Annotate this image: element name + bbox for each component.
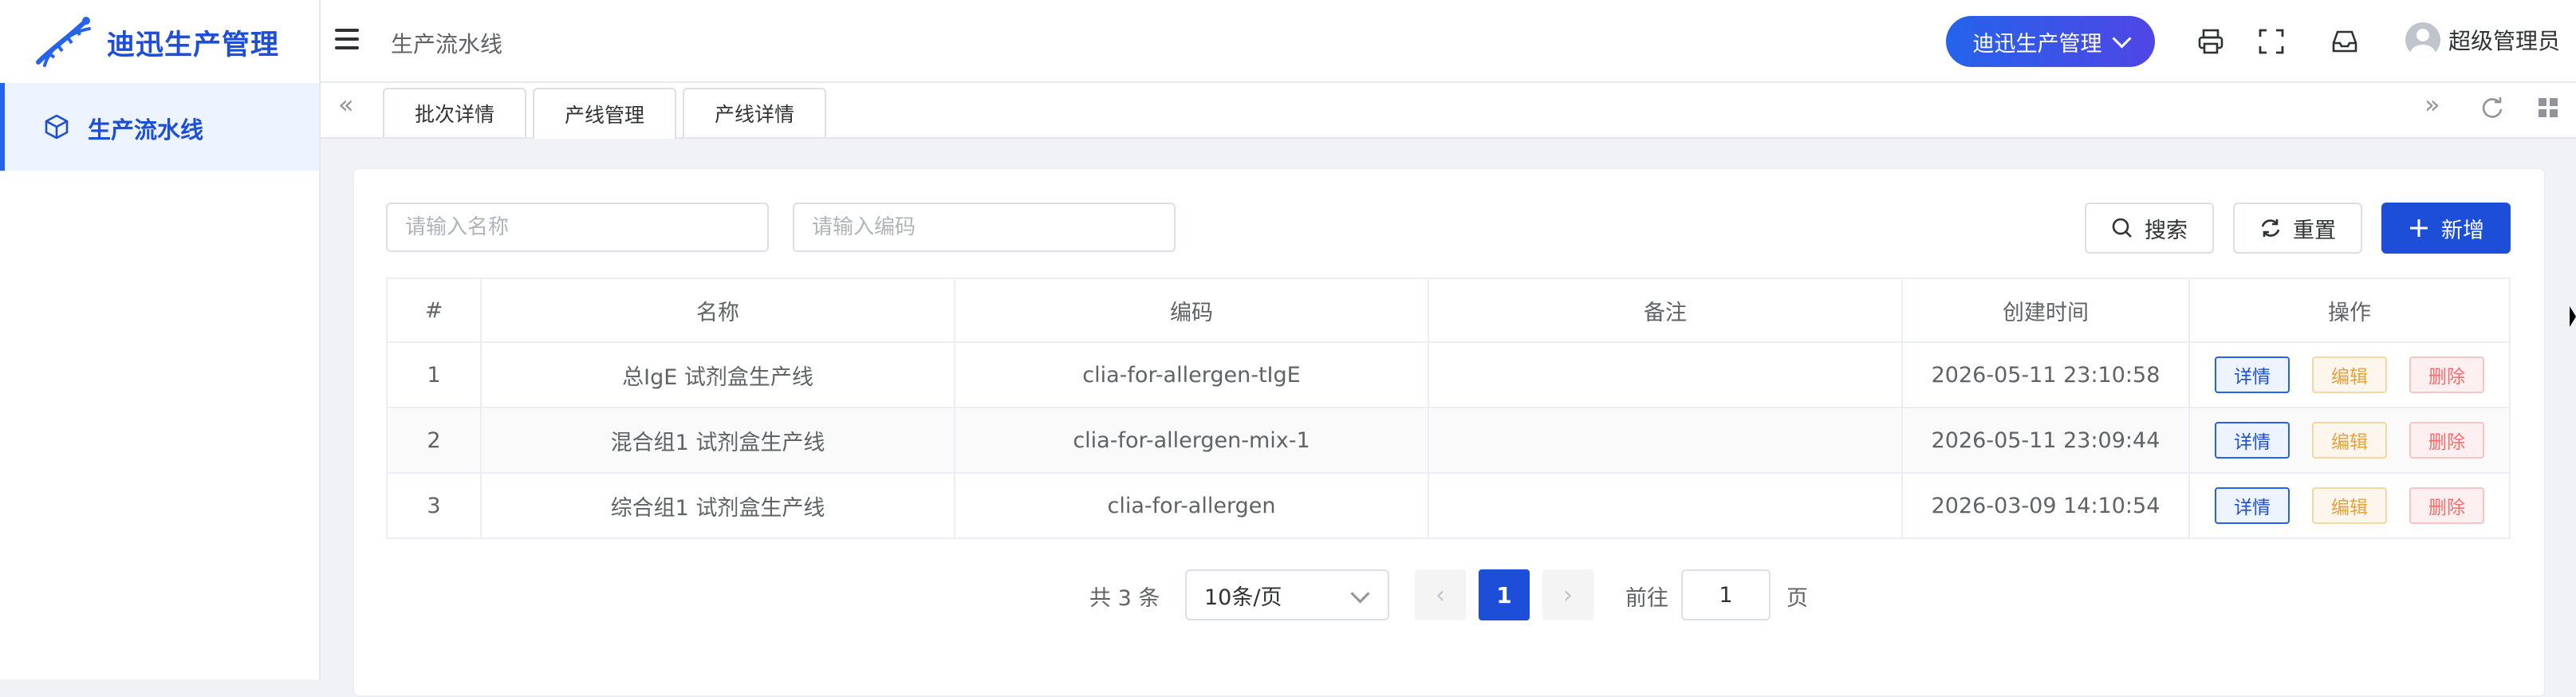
search-button-label: 搜索 xyxy=(2145,218,2188,243)
column-header-index: # xyxy=(386,278,482,343)
cell-remark xyxy=(1428,472,1903,539)
column-header-code: 编码 xyxy=(954,278,1429,343)
add-button-label: 新增 xyxy=(2441,218,2484,243)
user-menu[interactable]: 超级管理员 xyxy=(2405,22,2560,57)
grid-menu-icon[interactable] xyxy=(2536,96,2560,120)
goto-label: 前往 xyxy=(1625,586,1668,611)
cell-actions: 详情 编辑 删除 xyxy=(2188,472,2511,539)
brand-name: 迪迅生产管理 xyxy=(107,30,280,61)
column-header-created: 创建时间 xyxy=(1901,278,2190,343)
name-search-input[interactable] xyxy=(386,203,769,252)
cell-created: 2026-05-11 23:10:58 xyxy=(1901,341,2190,408)
column-header-name: 名称 xyxy=(480,278,955,343)
sidebar: 迪迅生产管理 生产流水线 xyxy=(0,0,321,679)
cell-actions: 详情 编辑 删除 xyxy=(2188,341,2511,408)
avatar-icon xyxy=(2405,22,2440,57)
detail-button[interactable]: 详情 xyxy=(2215,487,2290,524)
table-row: 3 综合组1 试剂盒生产线 clia-for-allergen 2026-03-… xyxy=(386,472,2511,539)
search-icon xyxy=(2112,218,2132,238)
tabs-scroll-right-icon[interactable]: » xyxy=(2424,92,2440,117)
table-row: 1 总IgE 试剂盒生产线 clia-for-allergen-tIgE 202… xyxy=(386,341,2511,408)
sidebar-item-label: 生产流水线 xyxy=(88,116,204,144)
search-button[interactable]: 搜索 xyxy=(2085,203,2214,254)
tab-batch-detail[interactable]: 批次详情 xyxy=(383,88,526,137)
cell-name: 混合组1 试剂盒生产线 xyxy=(480,407,955,474)
add-button[interactable]: 新增 xyxy=(2381,203,2511,254)
page-size-select[interactable]: 10条/页 xyxy=(1185,569,1389,620)
detail-button[interactable]: 详情 xyxy=(2215,422,2290,459)
reset-button[interactable]: 重置 xyxy=(2233,203,2362,254)
edit-button[interactable]: 编辑 xyxy=(2312,422,2387,459)
chevron-down-icon xyxy=(2111,28,2132,49)
tab-line-management[interactable]: 产线管理 xyxy=(533,88,676,139)
top-header xyxy=(321,0,2576,83)
table-row: 2 混合组1 试剂盒生产线 clia-for-allergen-mix-1 20… xyxy=(386,407,2511,474)
cell-created: 2026-03-09 14:10:54 xyxy=(1901,472,2190,539)
print-icon[interactable] xyxy=(2196,27,2225,56)
cell-code: clia-for-allergen-mix-1 xyxy=(954,407,1429,474)
fullscreen-icon[interactable] xyxy=(2257,27,2286,56)
detail-button[interactable]: 详情 xyxy=(2215,356,2290,393)
table-header-row: # 名称 编码 备注 创建时间 操作 xyxy=(386,278,2511,343)
prev-page-button[interactable]: ‹ xyxy=(1415,569,1466,620)
inbox-icon[interactable] xyxy=(2330,27,2359,56)
cell-name: 综合组1 试剂盒生产线 xyxy=(480,472,955,539)
menu-toggle-icon[interactable] xyxy=(335,29,359,51)
chevron-down-icon xyxy=(1350,584,1370,604)
page-size-value: 10条/页 xyxy=(1204,585,1282,610)
page-number-button[interactable]: 1 xyxy=(1479,569,1530,620)
cell-actions: 详情 编辑 删除 xyxy=(2188,407,2511,474)
edit-button[interactable]: 编辑 xyxy=(2312,487,2387,524)
edit-button[interactable]: 编辑 xyxy=(2312,356,2387,393)
tabs-scroll-left-icon[interactable]: « xyxy=(338,92,354,117)
system-switcher-button[interactable]: 迪迅生产管理 xyxy=(1946,16,2155,67)
tab-line-detail[interactable]: 产线详情 xyxy=(683,88,826,137)
brand[interactable]: 迪迅生产管理 xyxy=(0,0,319,81)
cube-icon xyxy=(45,114,69,140)
delete-button[interactable]: 删除 xyxy=(2409,422,2484,459)
goto-page-input[interactable] xyxy=(1681,569,1771,620)
plus-icon xyxy=(2410,219,2428,237)
breadcrumb: 生产流水线 xyxy=(391,31,503,57)
cell-remark xyxy=(1428,407,1903,474)
mouse-cursor-icon xyxy=(2570,306,2576,327)
next-page-button[interactable]: › xyxy=(1542,569,1593,620)
reset-button-label: 重置 xyxy=(2293,218,2336,243)
page-suffix-label: 页 xyxy=(1786,586,1808,611)
code-search-input[interactable] xyxy=(793,203,1176,252)
cell-index: 1 xyxy=(386,341,482,408)
cell-index: 2 xyxy=(386,407,482,474)
cell-name: 总IgE 试剂盒生产线 xyxy=(480,341,955,408)
column-header-remark: 备注 xyxy=(1428,278,1903,343)
delete-button[interactable]: 删除 xyxy=(2409,356,2484,393)
cell-created: 2026-05-11 23:09:44 xyxy=(1901,407,2190,474)
user-name: 超级管理员 xyxy=(2448,28,2561,54)
production-line-table: # 名称 编码 备注 创建时间 操作 1 总IgE 试剂盒生产线 clia-fo… xyxy=(386,278,2511,539)
cell-index: 3 xyxy=(386,472,482,539)
refresh-icon[interactable] xyxy=(2480,96,2504,120)
dna-logo-icon xyxy=(36,17,91,67)
cell-code: clia-for-allergen-tIgE xyxy=(954,341,1429,408)
reset-icon xyxy=(2261,219,2280,237)
delete-button[interactable]: 删除 xyxy=(2409,487,2484,524)
pagination-total: 共 3 条 xyxy=(1089,586,1160,611)
cell-remark xyxy=(1428,341,1903,408)
cell-code: clia-for-allergen xyxy=(954,472,1429,539)
sidebar-item-production-line[interactable]: 生产流水线 xyxy=(0,83,319,171)
column-header-actions: 操作 xyxy=(2188,278,2511,343)
system-switcher-label: 迪迅生产管理 xyxy=(1972,31,2102,57)
